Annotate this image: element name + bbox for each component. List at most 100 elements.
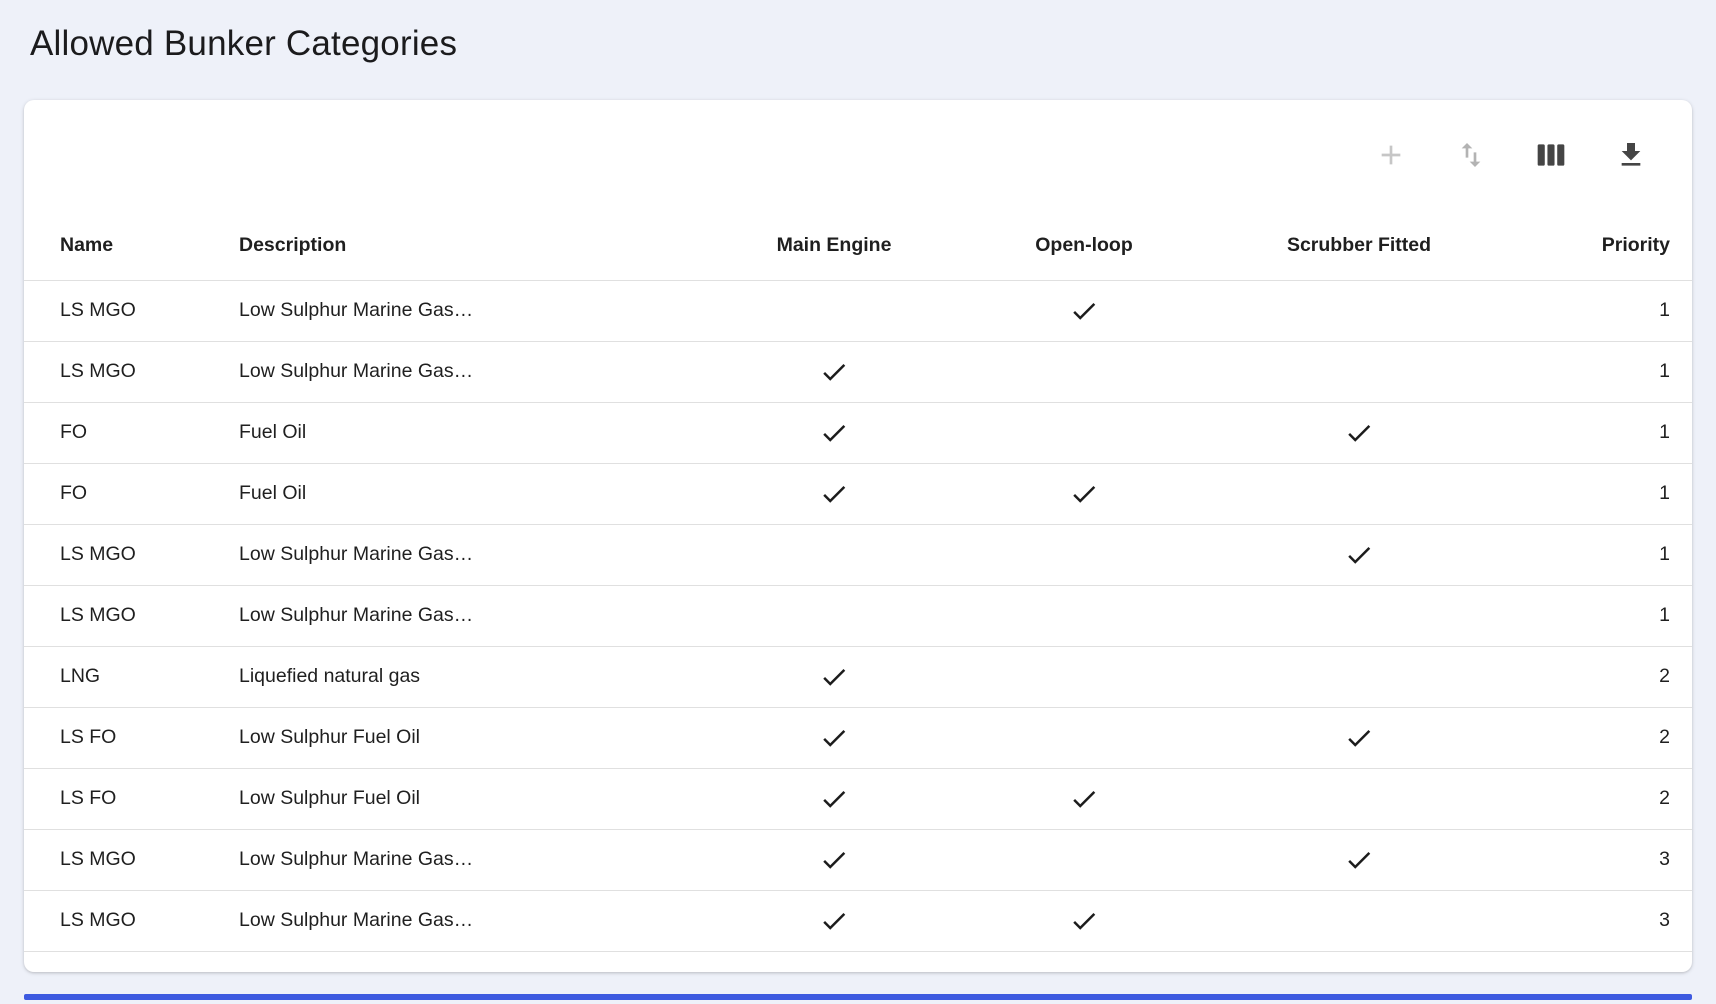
table-row[interactable]: LS MGOLow Sulphur Marine Gas… 3: [24, 829, 1692, 890]
column-header-priority[interactable]: Priority: [1509, 212, 1692, 280]
table-toolbar: [24, 100, 1692, 212]
table-row[interactable]: LS MGOLow Sulphur Marine Gas… 3: [24, 890, 1692, 951]
cell-priority: 1: [1509, 585, 1692, 646]
cell-description: Low Sulphur Marine Gas…: [229, 829, 709, 890]
table-row[interactable]: LS MGOLow Sulphur Marine Gas… 1: [24, 280, 1692, 341]
sort-button[interactable]: [1454, 139, 1488, 173]
bottom-accent-bar: [24, 994, 1692, 1000]
cell-name: LS FO: [24, 768, 229, 829]
bunker-categories-card: NameDescriptionMain EngineOpen-loopScrub…: [24, 100, 1692, 972]
cell-name: FO: [24, 463, 229, 524]
check-icon: [1219, 723, 1499, 753]
cell-scrubber-fitted: [1209, 585, 1509, 646]
cell-priority: 1: [1509, 524, 1692, 585]
cell-priority: 2: [1509, 646, 1692, 707]
check-icon: [969, 296, 1199, 326]
column-header-name[interactable]: Name: [24, 212, 229, 280]
table-row[interactable]: LS MGOLow Sulphur Marine Gas… 1: [24, 524, 1692, 585]
cell-open-loop: [959, 402, 1209, 463]
cell-description: Fuel Oil: [229, 463, 709, 524]
cell-name: LS MGO: [24, 524, 229, 585]
columns-icon: [1535, 139, 1567, 174]
cell-open-loop: [959, 646, 1209, 707]
check-icon: [1219, 540, 1499, 570]
cell-description: Low Sulphur Marine Gas…: [229, 341, 709, 402]
column-header-main-engine[interactable]: Main Engine: [709, 212, 959, 280]
cell-scrubber-fitted: [1209, 707, 1509, 768]
plus-icon: [1375, 139, 1407, 174]
cell-name: LS MGO: [24, 585, 229, 646]
column-header-scrubber-fitted[interactable]: Scrubber Fitted: [1209, 212, 1509, 280]
cell-open-loop: [959, 341, 1209, 402]
cell-description: Low Sulphur Marine Gas…: [229, 585, 709, 646]
check-icon: [969, 479, 1199, 509]
cell-description: Low Sulphur Marine Gas…: [229, 524, 709, 585]
table-row[interactable]: LS FOLow Sulphur Fuel Oil 2: [24, 768, 1692, 829]
cell-main-engine: [709, 402, 959, 463]
cell-name: LS MGO: [24, 890, 229, 951]
cell-main-engine: [709, 890, 959, 951]
cell-open-loop: [959, 768, 1209, 829]
column-header-open-loop[interactable]: Open-loop: [959, 212, 1209, 280]
cell-priority: 2: [1509, 768, 1692, 829]
check-icon: [719, 662, 949, 692]
cell-main-engine: [709, 280, 959, 341]
table-row[interactable]: FOFuel Oil 1: [24, 463, 1692, 524]
cell-description: Low Sulphur Fuel Oil: [229, 768, 709, 829]
cell-main-engine: [709, 829, 959, 890]
cell-description: Liquefied natural gas: [229, 646, 709, 707]
cell-main-engine: [709, 646, 959, 707]
cell-main-engine: [709, 463, 959, 524]
check-icon: [969, 784, 1199, 814]
cell-main-engine: [709, 341, 959, 402]
check-icon: [719, 723, 949, 753]
cell-priority: 1: [1509, 341, 1692, 402]
cell-scrubber-fitted: [1209, 524, 1509, 585]
check-icon: [719, 784, 949, 814]
check-icon: [969, 906, 1199, 936]
cell-priority: 1: [1509, 402, 1692, 463]
add-button[interactable]: [1374, 139, 1408, 173]
cell-main-engine: [709, 585, 959, 646]
table-row[interactable]: FOFuel Oil 1: [24, 402, 1692, 463]
columns-button[interactable]: [1534, 139, 1568, 173]
cell-name: LS MGO: [24, 341, 229, 402]
table-row[interactable]: LNGLiquefied natural gas 2: [24, 646, 1692, 707]
cell-scrubber-fitted: [1209, 768, 1509, 829]
column-header-description[interactable]: Description: [229, 212, 709, 280]
cell-open-loop: [959, 280, 1209, 341]
download-button[interactable]: [1614, 139, 1648, 173]
sort-arrows-icon: [1455, 139, 1487, 174]
cell-priority: 2: [1509, 707, 1692, 768]
table-row[interactable]: LS MGOLow Sulphur Marine Gas… 1: [24, 341, 1692, 402]
cell-priority: 1: [1509, 280, 1692, 341]
cell-main-engine: [709, 524, 959, 585]
cell-scrubber-fitted: [1209, 890, 1509, 951]
check-icon: [719, 906, 949, 936]
cell-main-engine: [709, 768, 959, 829]
cell-scrubber-fitted: [1209, 341, 1509, 402]
cell-main-engine: [709, 707, 959, 768]
table-row[interactable]: LS MGOLow Sulphur Marine Gas… 1: [24, 585, 1692, 646]
check-icon: [1219, 418, 1499, 448]
table-row[interactable]: LS FOLow Sulphur Fuel Oil 2: [24, 707, 1692, 768]
page-title: Allowed Bunker Categories: [0, 0, 1716, 64]
check-icon: [1219, 845, 1499, 875]
cell-name: LS MGO: [24, 829, 229, 890]
cell-description: Fuel Oil: [229, 402, 709, 463]
cell-open-loop: [959, 707, 1209, 768]
cell-scrubber-fitted: [1209, 463, 1509, 524]
cell-name: LNG: [24, 646, 229, 707]
check-icon: [719, 845, 949, 875]
cell-priority: 1: [1509, 463, 1692, 524]
cell-priority: 3: [1509, 890, 1692, 951]
cell-priority: 3: [1509, 829, 1692, 890]
cell-open-loop: [959, 463, 1209, 524]
cell-name: FO: [24, 402, 229, 463]
table-body: LS MGOLow Sulphur Marine Gas… 1LS MGOLow…: [24, 280, 1692, 951]
cell-open-loop: [959, 585, 1209, 646]
cell-description: Low Sulphur Fuel Oil: [229, 707, 709, 768]
cell-open-loop: [959, 524, 1209, 585]
table-header-row: NameDescriptionMain EngineOpen-loopScrub…: [24, 212, 1692, 280]
cell-description: Low Sulphur Marine Gas…: [229, 890, 709, 951]
